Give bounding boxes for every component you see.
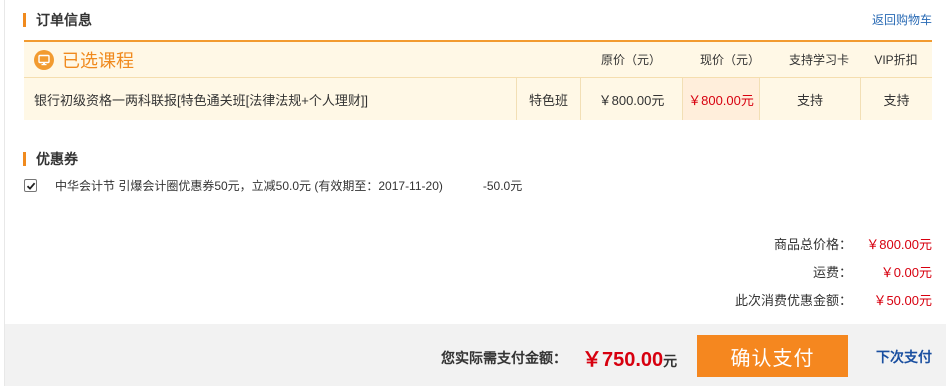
summary-label: 商品总价格： xyxy=(773,236,852,252)
header-vip-discount: VIP折扣 xyxy=(874,53,918,67)
coupon-description: 中华会计节 引爆会计圈优惠券50元，立减50.0元 (有效期至：2017-11-… xyxy=(55,179,443,193)
summary-label: 此次消费优惠金额： xyxy=(734,292,852,308)
payment-unit: 元 xyxy=(663,353,678,369)
course-type: 特色班 xyxy=(516,78,580,120)
summary-value: ￥800.00元 xyxy=(866,236,932,252)
summary-row: 商品总价格： ￥800.00元 xyxy=(612,229,932,257)
order-info-header: 订单信息 xyxy=(23,10,92,30)
back-to-cart-link[interactable]: 返回购物车 xyxy=(872,11,932,28)
coupon-amount: -50.0元 xyxy=(482,179,523,193)
header-current-price: 现价（元） xyxy=(699,53,760,67)
header-original-price: 原价（元） xyxy=(600,53,661,67)
summary-value: ￥50.00元 xyxy=(873,292,932,308)
course-vip-discount: 支持 xyxy=(860,78,932,120)
selected-courses-title: 已选课程 xyxy=(62,50,134,71)
coupon-header: 优惠券 xyxy=(23,149,78,169)
summary-row: 此次消费优惠金额： ￥50.00元 xyxy=(612,285,932,313)
payment-amount-value: 750.00 xyxy=(602,349,664,371)
course-name: 银行初级资格一两科联报[特色通关班[法律法规+个人理财]] xyxy=(34,92,369,108)
monitor-icon xyxy=(34,49,54,70)
section-marker xyxy=(23,152,26,166)
summary-row: 运费： ￥0.00元 xyxy=(612,257,932,285)
summary-value: ￥0.00元 xyxy=(880,264,932,280)
coupon-checkbox[interactable] xyxy=(24,179,37,192)
payment-bar: 您实际需支付金额： ￥750.00元 确认支付 下次支付 xyxy=(5,324,946,386)
coupon-title: 优惠券 xyxy=(36,151,78,167)
selected-courses-heading: 已选课程 xyxy=(24,47,580,73)
summary-label: 运费： xyxy=(812,264,852,280)
selected-courses-table: 已选课程 原价（元） 现价（元） 支持学习卡 VIP折扣 银行初级资格一两科联报… xyxy=(24,40,932,120)
order-info-title: 订单信息 xyxy=(36,12,92,28)
pay-later-link[interactable]: 下次支付 xyxy=(876,347,932,367)
section-marker xyxy=(23,13,26,27)
price-summary: 商品总价格： ￥800.00元 运费： ￥0.00元 此次消费优惠金额： ￥50… xyxy=(612,229,932,313)
payment-amount: ￥750.00元 xyxy=(582,343,677,372)
table-row: 银行初级资格一两科联报[特色通关班[法律法规+个人理财]] 特色班 ￥800.0… xyxy=(24,78,932,120)
coupon-item: 中华会计节 引爆会计圈优惠券50元，立减50.0元 (有效期至：2017-11-… xyxy=(24,177,522,194)
course-original-price: ￥800.00元 xyxy=(580,78,682,120)
header-study-card: 支持学习卡 xyxy=(788,53,849,67)
course-current-price: ￥800.00元 xyxy=(682,78,759,120)
confirm-payment-button[interactable]: 确认支付 xyxy=(697,335,848,377)
course-table-header: 已选课程 原价（元） 现价（元） 支持学习卡 VIP折扣 xyxy=(24,42,932,78)
course-study-card: 支持 xyxy=(759,78,860,120)
payment-label: 您实际需支付金额： xyxy=(441,350,567,366)
payment-currency: ￥ xyxy=(582,349,602,371)
